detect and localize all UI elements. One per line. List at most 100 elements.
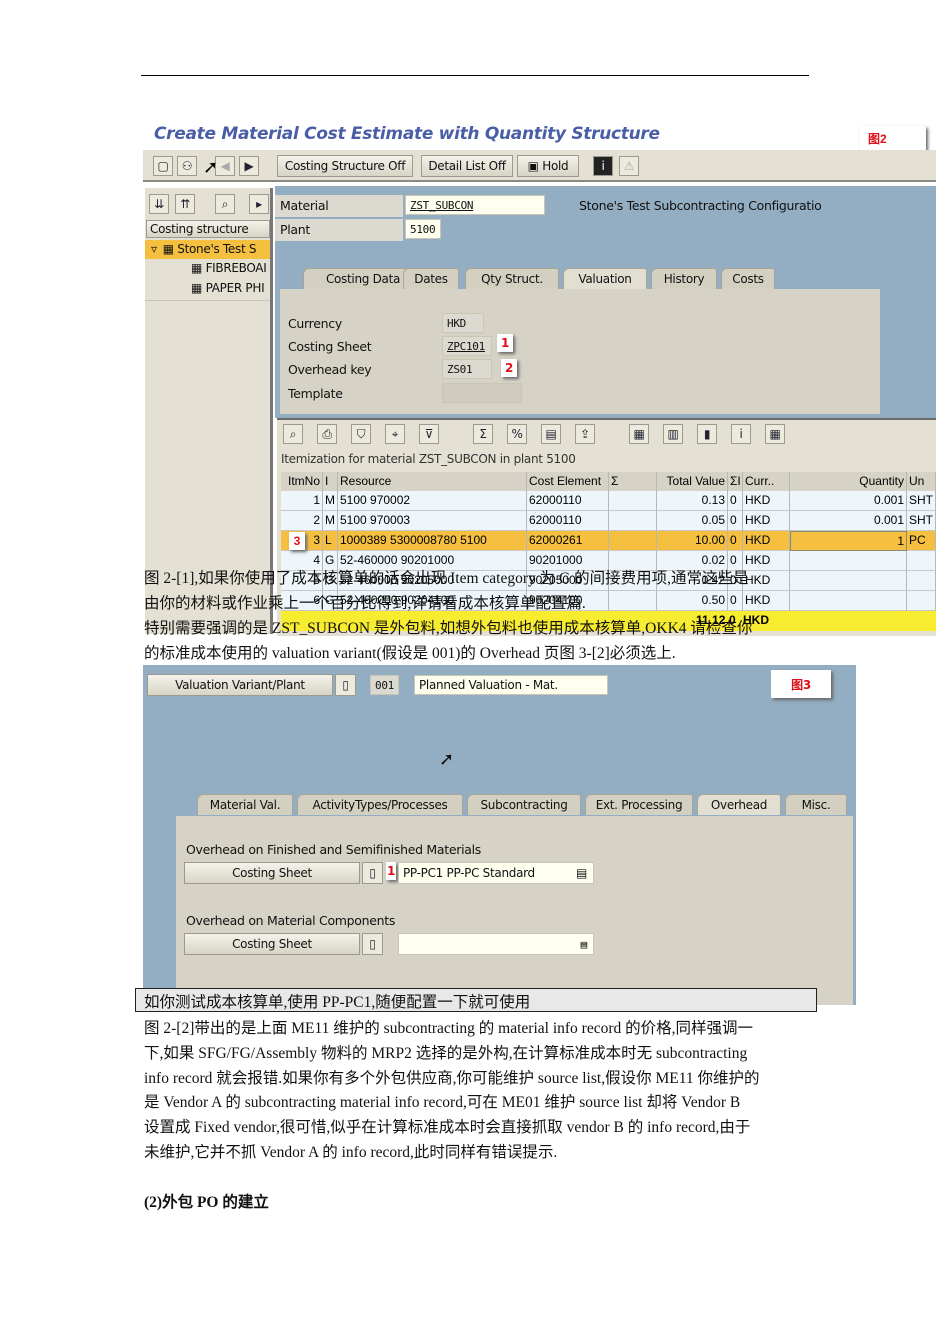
collapse-icon[interactable]: ⇈ [175,194,195,214]
alert-icon[interactable]: ⚠ [619,156,639,176]
material-label: Material [275,195,403,217]
costing-structure-off-button[interactable]: Costing Structure Off [277,155,413,177]
find-icon[interactable]: ⌕ [215,194,235,214]
calendar-icon[interactable]: ▦ [765,424,785,444]
tab-valuation[interactable]: Valuation [563,268,647,289]
grid-cell: 62000110 [527,491,609,511]
tree-child[interactable]: ▦ PAPER PHI [191,281,265,295]
info-icon[interactable]: i [731,424,751,444]
currency-field[interactable]: HKD [442,313,484,333]
plant-field[interactable]: 5100 [405,219,441,239]
overhead-key-field[interactable]: ZS01 [442,359,492,379]
tab-ext-processing[interactable]: Ext. Processing [585,794,693,815]
next-icon[interactable]: ▶ [239,156,259,176]
column-header[interactable]: Quantity [790,472,907,492]
tab-history[interactable]: History [651,268,717,289]
tree-header: Costing structure [146,220,270,238]
tab-overhead[interactable]: Overhead [697,794,781,815]
print-preview-icon[interactable]: ▤ [541,424,561,444]
details-icon[interactable]: ⌕ [283,424,303,444]
doc-icon[interactable]: ▯ [362,862,383,884]
export-icon[interactable]: ⇪ [575,424,595,444]
grid-cell [790,591,907,611]
tree-child-label: PAPER PHI [205,281,265,295]
graphic-icon[interactable]: ▮ [697,424,717,444]
annotation-1: 1 [497,334,513,352]
paragraph-2-line: 下,如果 SFG/FG/Assembly 物料的 MRP2 选择的是外构,在计算… [144,1044,748,1062]
tab-activitytypes-processes[interactable]: ActivityTypes/Processes [297,794,463,815]
tab-material-val-[interactable]: Material Val. [197,794,293,815]
column-header[interactable]: ItmNo [281,472,323,492]
grid-cell: 62000261 [527,531,609,551]
costing-sheet-field-2[interactable]: ▤ [398,933,594,955]
tree-root[interactable]: ▿ ▦ Stone's Test S [145,240,270,259]
costing-sheet-field[interactable]: ZPC101 [442,336,492,356]
column-header[interactable]: Resource [338,472,527,492]
tab-subcontracting[interactable]: Subcontracting [467,794,581,815]
grid-cell: 0.13 [657,491,728,511]
template-label: Template [288,386,343,401]
section-material-components: Overhead on Material Components [186,913,396,928]
section-heading: (2)外包 PO 的建立 [144,1194,269,1211]
tab-misc-[interactable]: Misc. [785,794,847,815]
doc-icon[interactable]: ▯ [335,674,356,696]
spreadsheet-icon[interactable]: ▦ [629,424,649,444]
tab-costs[interactable]: Costs [721,268,775,289]
hold-button[interactable]: ▣ Hold [517,155,579,177]
glasses-icon[interactable]: ⚇ [177,156,197,176]
template-field[interactable] [442,383,522,403]
grid-cell: SHT [907,511,936,531]
dropdown-icon[interactable]: ▤ [576,866,587,880]
grid-cell: 10.00 [657,531,728,551]
subtotal-icon[interactable]: % [507,424,527,444]
column-header[interactable]: Curr.. [743,472,790,492]
grid-cell [907,591,936,611]
doc-icon[interactable]: ▯ [362,933,383,955]
divider [145,300,270,301]
paragraph-2-line: info record 就会报错.如果你有多个外包供应商,你可能维护 sourc… [144,1069,760,1087]
grid-cell: 5100 970002 [338,491,527,511]
costing-sheet-button[interactable]: Costing Sheet [184,862,360,884]
column-header[interactable]: Σ [609,472,657,492]
print-icon[interactable]: ⎙ [317,424,337,444]
column-header[interactable]: ΣI [728,472,743,492]
grid-cell: 0 [728,491,743,511]
tab-dates[interactable]: Dates [403,268,459,289]
more-icon[interactable]: ▸ [249,194,269,214]
sum-icon[interactable]: Σ [473,424,493,444]
grid-cell: HKD [743,591,790,611]
grid-cell: 0.001 [790,511,907,531]
costing-sheet-field[interactable]: PP-PC1 PP-PC Standard ▤ [398,862,594,884]
detail-list-off-button[interactable]: Detail List Off [421,155,513,177]
table-row[interactable]: 2 M 5100 970003 62000110 0.05 0 HKD 0.001 SHT [281,511,936,531]
table-row[interactable]: 1 M 5100 970002 62000110 0.13 0 HKD 0.001 SHT [281,491,936,511]
paragraph-1-line: 由你的材料或作业乘上一个百分比得到,详请看成本核算单配置篇. [144,595,586,612]
column-header[interactable]: Un [907,472,936,492]
grid-cell: L [323,531,338,551]
info-icon[interactable]: i [593,156,613,176]
find-icon[interactable]: ⌖ [385,424,405,444]
costing-sheet-button[interactable]: Costing Sheet [184,933,360,955]
filter-icon[interactable]: ⛉ [351,424,371,444]
dropdown-icon[interactable]: ▤ [581,938,588,951]
column-header[interactable]: Cost Element [527,472,609,492]
note-box: 如你测试成本核算单,使用 PP-PC1,随便配置一下就可使用 [135,988,817,1012]
tab-qty-struct-[interactable]: Qty Struct. [465,268,559,289]
column-header[interactable]: Total Value [657,472,728,492]
layout-icon[interactable]: ▥ [663,424,683,444]
new-doc-icon[interactable]: ▢ [153,156,173,176]
valuation-variant-field[interactable]: 001 [370,675,399,695]
tree-child-label: FIBREBOAI [205,261,267,275]
grid-header: ItmNo I Resource Cost Element Σ Total Value ΣI… [281,472,936,492]
tree-child[interactable]: ▦ FIBREBOAI [191,261,267,275]
set-filter-icon[interactable]: ⊽ [419,424,439,444]
valuation-variant-button[interactable]: Valuation Variant/Plant [147,674,333,696]
annotation-2: 2 [501,359,517,377]
cost-estimate-main: Material ZST_SUBCON Stone's Test Subcont… [275,186,936,418]
table-row[interactable]: 3 L 1000389 5300008780 5100 62000261 10.00 0 H… [281,531,936,551]
expand-icon[interactable]: ⇊ [149,194,169,214]
grid-cell: HKD [743,511,790,531]
column-header[interactable]: I [323,472,338,492]
grid-cell [609,491,657,511]
material-field[interactable]: ZST_SUBCON [405,195,545,215]
